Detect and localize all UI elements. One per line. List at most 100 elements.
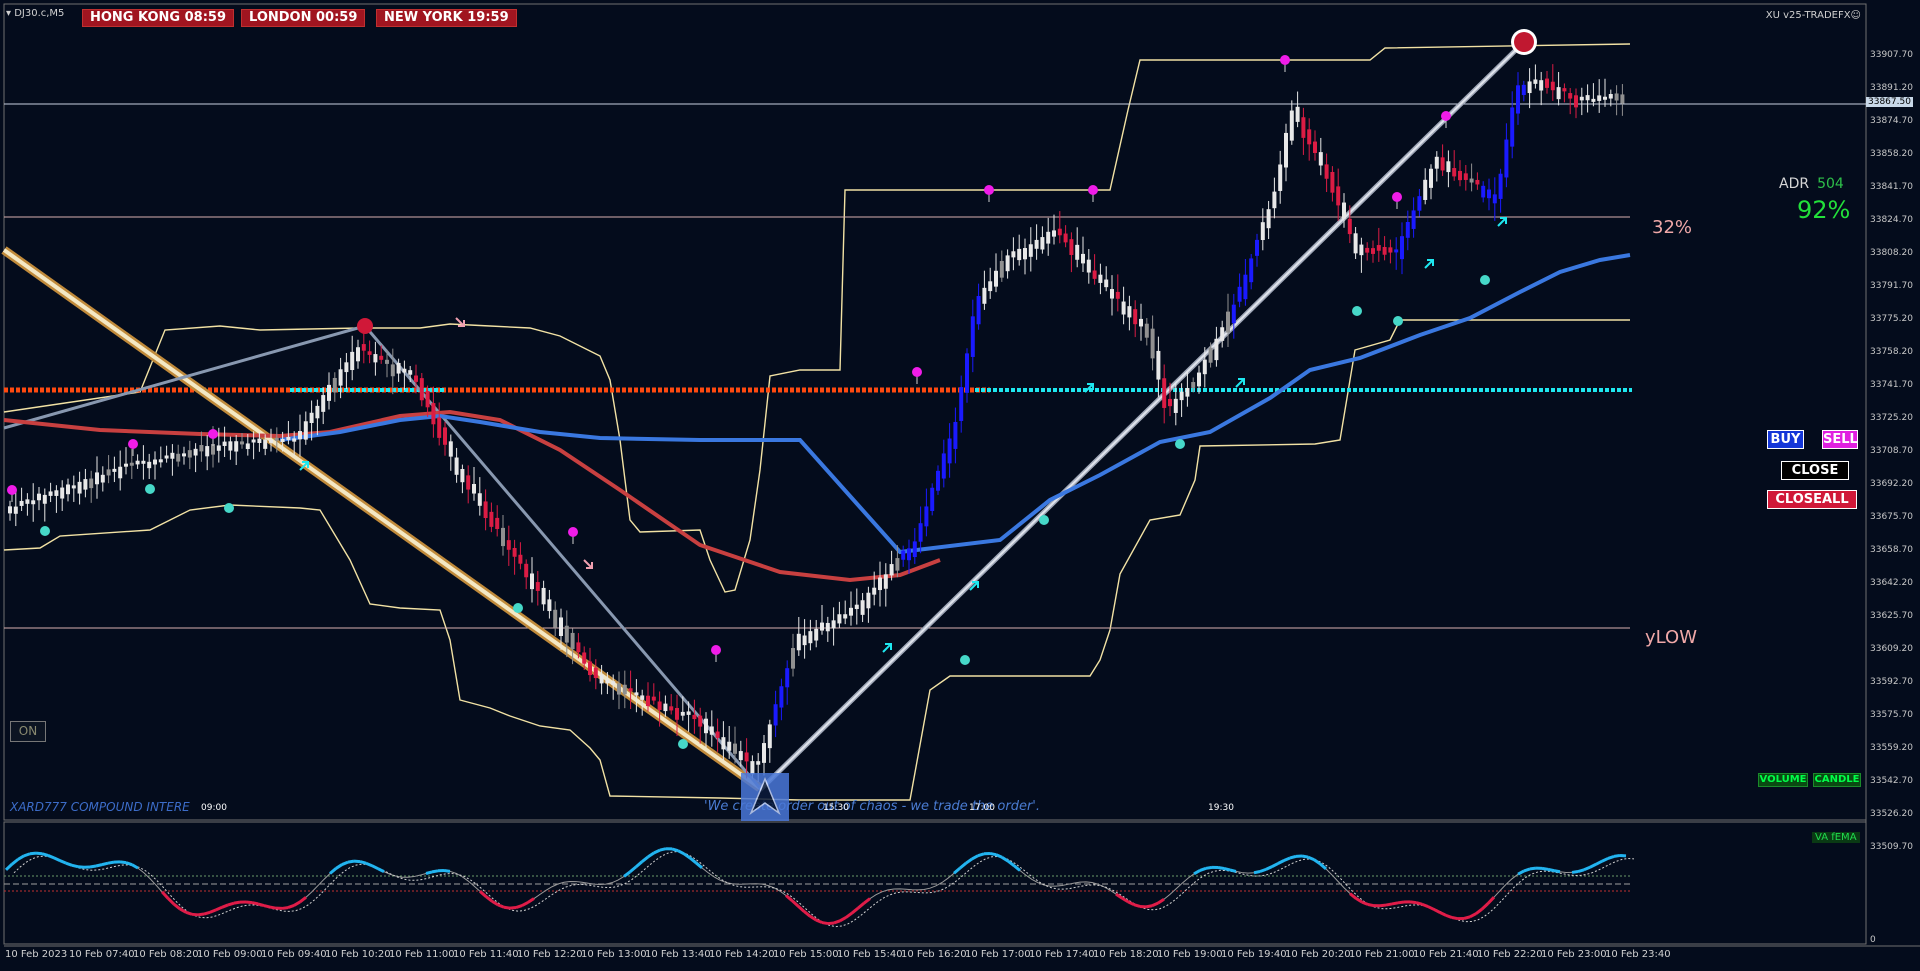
candle-body xyxy=(1197,372,1201,387)
pink-arrow-icon xyxy=(583,559,593,569)
sell-signal-dot xyxy=(1392,192,1402,202)
price-axis-label: 33509.70 xyxy=(1870,842,1913,852)
osc-highlight-segment xyxy=(71,863,79,869)
close-button[interactable]: CLOSE xyxy=(1781,461,1849,480)
candle-body xyxy=(77,481,82,494)
candle-body xyxy=(1423,179,1428,200)
candle-body xyxy=(1318,152,1323,166)
price-axis-label: 33592.70 xyxy=(1870,677,1913,687)
candle-body xyxy=(796,633,801,651)
price-axis-label: 33575.70 xyxy=(1870,710,1913,720)
time-axis-label: 10 Feb 23:00 xyxy=(1541,949,1607,960)
osc-highlight-segment xyxy=(851,907,859,915)
candle-body xyxy=(1382,247,1387,255)
cyan-arrow-icon xyxy=(882,643,892,653)
osc-highlight-segment xyxy=(677,849,685,856)
symbol-text: DJ30.c,M5 xyxy=(14,8,65,19)
price-chart[interactable] xyxy=(0,0,1920,971)
osc-highlight-segment xyxy=(1283,856,1291,862)
osc-highlight-segment xyxy=(1265,865,1273,871)
ema-blue-line xyxy=(279,253,1631,555)
osc-highlight-segment xyxy=(1007,859,1015,867)
osc-highlight-segment xyxy=(1589,862,1597,869)
candle-body xyxy=(762,743,766,763)
candle-body xyxy=(889,564,894,576)
candle-body xyxy=(692,714,697,720)
price-axis-label: 33758.20 xyxy=(1870,347,1913,357)
candle-body xyxy=(13,506,18,514)
candle-body xyxy=(1289,110,1294,141)
price-axis-label: 33891.20 xyxy=(1870,83,1913,93)
candle-body xyxy=(1052,230,1056,237)
candle-body xyxy=(315,405,320,419)
candle-body xyxy=(709,726,714,735)
candle-body xyxy=(1562,88,1567,92)
osc-highlight-segment xyxy=(971,854,979,861)
candle-body xyxy=(205,446,210,457)
candle-body xyxy=(1028,244,1033,257)
price-axis-label: 33791.70 xyxy=(1870,281,1913,291)
entry-arrow-icon[interactable] xyxy=(741,773,789,821)
candle-body xyxy=(953,421,958,449)
candle-body xyxy=(559,617,563,637)
buy-button[interactable]: BUY xyxy=(1767,430,1804,449)
candle-body xyxy=(1179,391,1184,401)
sell-signal-dot xyxy=(568,527,578,537)
candle-body xyxy=(390,364,395,377)
on-toggle[interactable]: ON xyxy=(10,721,46,742)
candle-body xyxy=(1550,81,1555,91)
candle-body xyxy=(1249,258,1254,283)
candle-body xyxy=(222,441,227,446)
symbol-label[interactable]: ▾ DJ30.c,M5 xyxy=(6,8,64,19)
price-axis-label: 33741.70 xyxy=(1870,380,1913,390)
candle-body xyxy=(617,683,621,695)
candle-body xyxy=(820,622,824,631)
sell-signal-dot xyxy=(1088,185,1098,195)
osc-highlight-segment xyxy=(1301,854,1309,859)
candle-body xyxy=(1597,95,1602,101)
candle-body xyxy=(1492,194,1497,204)
price-axis-label: 33725.20 xyxy=(1870,413,1913,423)
osc-highlight-segment xyxy=(431,869,439,874)
time-axis-label: 10 Feb 17:00 xyxy=(965,949,1031,960)
candle-toggle[interactable]: CANDLE xyxy=(1813,773,1861,787)
osc-highlight-segment xyxy=(425,870,433,875)
buy-signal-dot xyxy=(960,655,970,665)
time-axis-label: 10 Feb 15:00 xyxy=(773,949,839,960)
osc-highlight-segment xyxy=(689,856,697,864)
price-axis-label: 33642.20 xyxy=(1870,578,1913,588)
candle-body xyxy=(924,506,929,527)
time-axis-label: 10 Feb 20:20 xyxy=(1285,949,1351,960)
osc-highlight-segment xyxy=(965,857,973,865)
osc-highlight-segment xyxy=(521,901,529,907)
osc-highlight-segment xyxy=(857,902,865,910)
candle-body xyxy=(216,445,221,451)
closeall-button[interactable]: CLOSEALL xyxy=(1767,490,1857,509)
chart-window[interactable]: ▾ DJ30.c,M5 HONG KONG 08:59 LONDON 00:59… xyxy=(0,0,1920,971)
trend-lines[interactable] xyxy=(1,40,1526,792)
clock-new-york: NEW YORK 19:59 xyxy=(376,9,517,27)
osc-highlight-segment xyxy=(245,900,253,905)
candle-body xyxy=(176,453,181,462)
candle-body xyxy=(379,355,384,360)
candle-body xyxy=(356,347,360,362)
candle-body xyxy=(361,344,366,351)
candle-body xyxy=(588,661,592,676)
candle-body xyxy=(883,574,888,589)
osc-highlight-segment xyxy=(215,905,223,912)
candle-body xyxy=(1255,239,1259,256)
candle-body xyxy=(831,620,836,629)
osc-highlight-segment xyxy=(1223,867,1231,872)
time-axis-label: 10 Feb 09:00 xyxy=(197,949,263,960)
price-axis-label: 33658.70 xyxy=(1870,545,1913,555)
volume-toggle[interactable]: VOLUME xyxy=(1758,773,1808,787)
price-axis-label: 33675.70 xyxy=(1870,512,1913,522)
candle-body xyxy=(599,674,604,684)
osc-highlight-segment xyxy=(185,910,193,916)
osc-highlight-segment xyxy=(281,906,289,910)
candle-body xyxy=(912,541,917,558)
osc-highlight-segment xyxy=(1361,900,1369,906)
sell-button[interactable]: SELL xyxy=(1822,430,1858,449)
candle-body xyxy=(385,359,389,364)
candle-body xyxy=(31,500,36,505)
